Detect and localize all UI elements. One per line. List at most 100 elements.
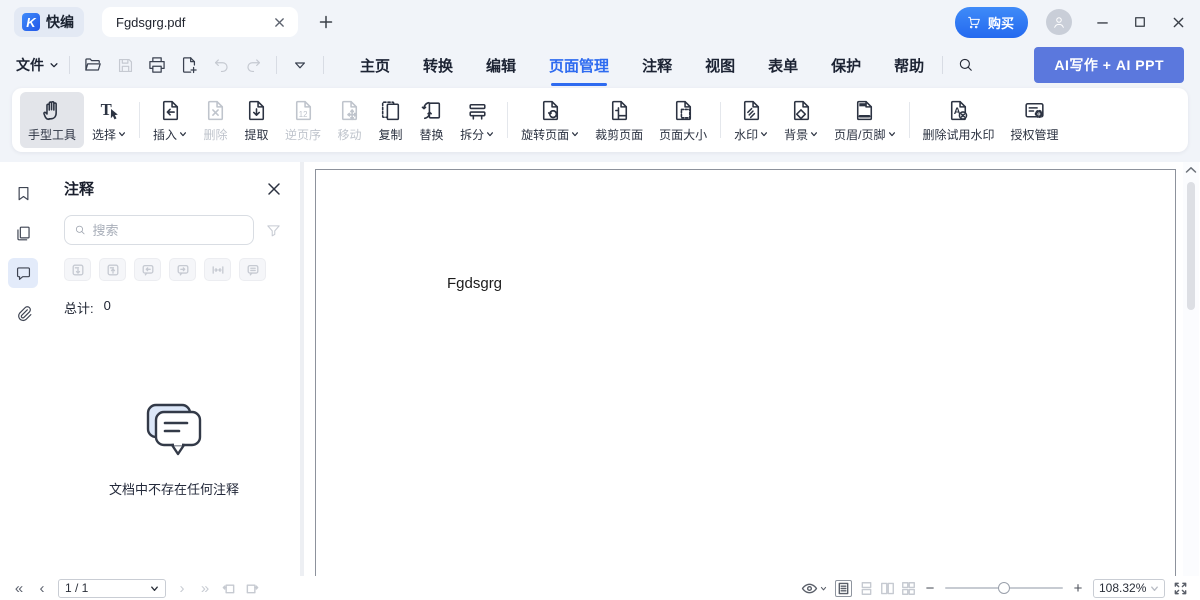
last-page-button[interactable]: » <box>198 580 212 597</box>
layout-single-page-button[interactable] <box>835 580 852 597</box>
minimize-button[interactable] <box>1094 14 1110 30</box>
previous-view-button[interactable] <box>221 581 236 596</box>
tool-select[interactable]: T 选择 <box>84 92 134 148</box>
tool-copy-page[interactable]: 复制 <box>370 92 411 148</box>
rail-bookmarks-button[interactable] <box>8 178 38 208</box>
close-icon <box>274 17 285 28</box>
page-number-combo[interactable]: 1 / 1 <box>58 579 166 598</box>
box-arrow-down-icon <box>71 263 85 277</box>
tool-insert-page[interactable]: 插入 <box>145 92 195 148</box>
document-page[interactable]: Fgdsgrg <box>315 169 1176 576</box>
insert-page-icon <box>158 98 183 123</box>
tool-header-footer[interactable]: 页眉/页脚 <box>826 92 903 148</box>
chevron-down-icon <box>760 130 768 138</box>
prev-page-button[interactable]: ‹ <box>35 580 49 597</box>
buy-button[interactable]: 购买 <box>955 7 1028 38</box>
chevron-down-icon <box>486 130 494 138</box>
layout-facing-button[interactable] <box>881 582 894 595</box>
app-logo[interactable]: K 快编 <box>14 7 84 37</box>
new-tab-button[interactable] <box>314 10 338 34</box>
ai-writer-button[interactable]: AI写作 + AI PPT <box>1034 47 1184 83</box>
chevron-down-icon <box>820 585 827 592</box>
zoom-out-button[interactable]: − <box>923 580 937 597</box>
open-file-button[interactable] <box>80 52 106 78</box>
menu-tab-home[interactable]: 主页 <box>360 51 390 80</box>
next-page-button[interactable]: › <box>175 580 189 597</box>
tool-split[interactable]: 拆分 <box>452 92 502 148</box>
search-icon <box>957 56 975 74</box>
collapse-replies-button[interactable] <box>204 258 231 281</box>
new-page-button[interactable] <box>176 52 202 78</box>
first-page-button[interactable]: « <box>12 580 26 597</box>
text-select-icon: T <box>97 98 122 123</box>
tool-rotate-page[interactable]: 旋转页面 <box>513 92 587 148</box>
prev-comment-button[interactable] <box>134 258 161 281</box>
scrollbar-thumb[interactable] <box>1187 182 1195 310</box>
redo-button[interactable] <box>240 52 266 78</box>
vertical-scrollbar <box>1183 162 1199 576</box>
next-view-button[interactable] <box>245 581 260 596</box>
scrollbar-up-button[interactable] <box>1185 166 1197 174</box>
tab-close-button[interactable] <box>270 13 288 31</box>
layout-facing-continuous-button[interactable] <box>902 582 915 595</box>
document-tab[interactable]: Fgdsgrg.pdf <box>102 7 298 37</box>
comment-list-button[interactable] <box>239 258 266 281</box>
menu-tab-view[interactable]: 视图 <box>705 51 735 80</box>
tool-replace-page[interactable]: 替换 <box>411 92 452 148</box>
comment-search-input[interactable] <box>92 223 244 238</box>
menu-tab-help[interactable]: 帮助 <box>894 51 924 80</box>
tool-license-management[interactable]: 授权管理 <box>1003 92 1067 148</box>
rail-comments-button[interactable] <box>8 258 38 288</box>
zoom-in-button[interactable]: + <box>1071 580 1085 597</box>
user-avatar[interactable] <box>1046 9 1072 35</box>
collapse-toolbar-button[interactable] <box>287 52 313 78</box>
tool-extract-page[interactable]: 提取 <box>236 92 277 148</box>
tool-move-page[interactable]: 移动 <box>329 92 370 148</box>
expand-all-button[interactable] <box>64 258 91 281</box>
menu-tab-comment[interactable]: 注释 <box>642 51 672 80</box>
menu-tab-page-management[interactable]: 页面管理 <box>549 51 609 80</box>
fullscreen-button[interactable] <box>1173 581 1188 596</box>
save-button[interactable] <box>112 52 138 78</box>
tool-watermark[interactable]: 水印 <box>726 92 776 148</box>
close-window-button[interactable] <box>1170 14 1186 30</box>
panel-close-button[interactable] <box>264 179 284 199</box>
document-viewer: Fgdsgrg <box>304 162 1200 576</box>
filter-button[interactable] <box>262 219 284 241</box>
tool-background[interactable]: 背景 <box>776 92 826 148</box>
rail-thumbnails-button[interactable] <box>8 218 38 248</box>
tool-remove-trial-watermark[interactable]: A 删除试用水印 <box>915 92 1003 148</box>
chevron-down-icon <box>888 130 896 138</box>
menu-bar: 文件 <box>0 44 1200 86</box>
tool-crop-page[interactable]: 裁剪页面 <box>587 92 651 148</box>
tool-page-size[interactable]: 页面大小 <box>651 92 715 148</box>
zoom-level-combo[interactable]: 108.32% <box>1093 579 1165 598</box>
app-window: K 快编 Fgdsgrg.pdf 购买 <box>0 0 1200 600</box>
hand-icon <box>40 98 65 123</box>
tool-delete-page[interactable]: 删除 <box>195 92 236 148</box>
tool-hand[interactable]: 手型工具 <box>20 92 84 148</box>
next-comment-button[interactable] <box>169 258 196 281</box>
tool-reverse-order[interactable]: 12 逆页序 <box>277 92 329 148</box>
collapse-all-button[interactable] <box>99 258 126 281</box>
search-button[interactable] <box>953 52 979 78</box>
menu-tab-convert[interactable]: 转换 <box>423 51 453 80</box>
title-bar: K 快编 Fgdsgrg.pdf 购买 <box>0 0 1200 44</box>
file-menu-button[interactable]: 文件 <box>16 55 59 75</box>
menu-tab-form[interactable]: 表单 <box>768 51 798 80</box>
zoom-level-value: 108.32% <box>1099 581 1146 595</box>
print-button[interactable] <box>144 52 170 78</box>
menu-tab-protect[interactable]: 保护 <box>831 51 861 80</box>
menu-tab-edit[interactable]: 编辑 <box>486 51 516 80</box>
layout-continuous-button[interactable] <box>860 582 873 595</box>
undo-button[interactable] <box>208 52 234 78</box>
comment-tools <box>64 258 284 281</box>
maximize-button[interactable] <box>1132 14 1148 30</box>
view-mode-button[interactable] <box>801 582 827 595</box>
rail-attachments-button[interactable] <box>8 298 38 328</box>
crop-page-icon <box>607 98 632 123</box>
zoom-slider-knob[interactable] <box>998 582 1010 594</box>
zoom-slider[interactable] <box>945 581 1063 595</box>
minimize-icon <box>1096 16 1109 29</box>
pages-icon <box>14 224 33 243</box>
